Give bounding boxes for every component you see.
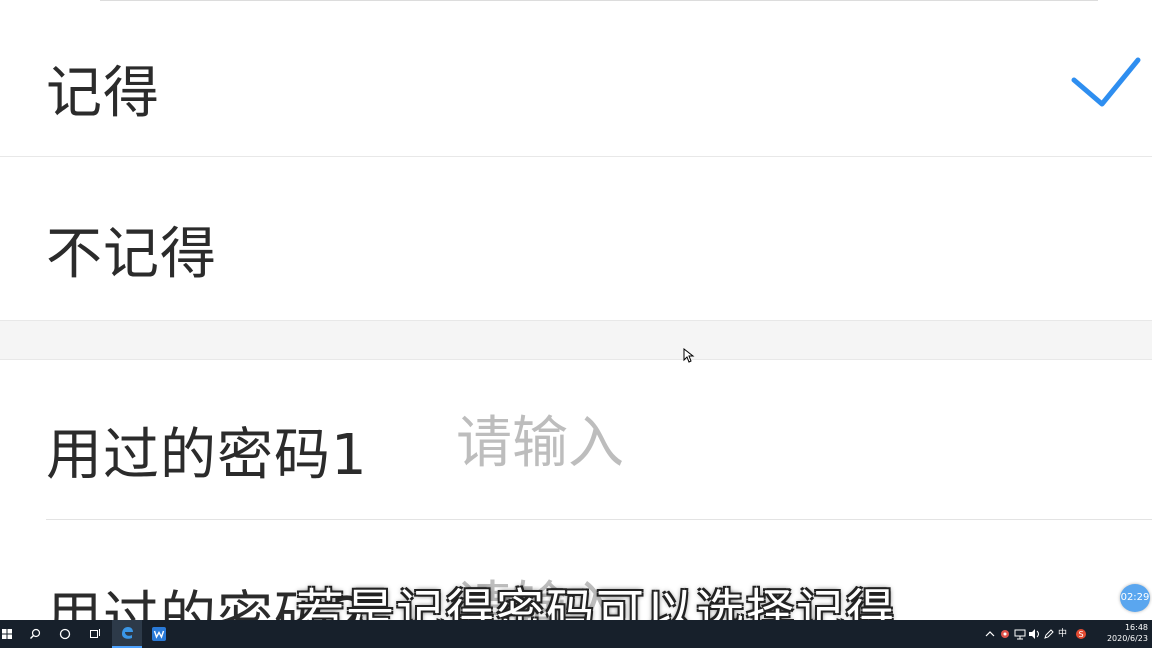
option-not-remember-label: 不记得 <box>46 222 217 287</box>
sogou-ime-icon[interactable]: S <box>1075 628 1087 640</box>
taskbar: 中 S 16:48 2020/6/23 <box>0 620 1152 648</box>
option-remember[interactable]: 记得 <box>0 6 1152 157</box>
timer-badge[interactable]: 02:29 <box>1120 584 1150 612</box>
chevron-up-icon[interactable] <box>984 628 996 640</box>
ime-indicator[interactable]: 中 <box>1058 628 1070 640</box>
section-gap <box>0 321 1152 360</box>
cortana-circle-icon <box>59 628 71 640</box>
taskbar-edge-browser[interactable] <box>112 620 142 648</box>
clock-date: 2020/6/23 <box>1106 634 1148 643</box>
pen-icon[interactable] <box>1043 628 1055 640</box>
windows-logo-icon <box>2 629 12 639</box>
row-divider <box>46 519 1152 520</box>
task-view-button[interactable] <box>80 620 110 648</box>
start-button[interactable] <box>0 620 14 648</box>
system-tray: 中 S 16:48 2020/6/23 <box>982 620 1152 648</box>
top-divider <box>100 0 1098 1</box>
search-icon <box>30 628 41 639</box>
search-button[interactable] <box>20 620 50 648</box>
password-1-input[interactable] <box>456 408 1056 478</box>
option-not-remember[interactable]: 不记得 <box>0 157 1152 321</box>
cortana-button[interactable] <box>50 620 80 648</box>
network-icon[interactable] <box>1014 628 1026 640</box>
option-remember-label: 记得 <box>46 61 160 126</box>
taskbar-wps-app[interactable] <box>144 620 174 648</box>
volume-icon[interactable] <box>1028 628 1040 640</box>
wps-writer-icon <box>152 627 166 641</box>
checkmark-icon <box>1071 57 1141 107</box>
password-1-label: 用过的密码1 <box>46 423 368 488</box>
svg-text:S: S <box>1078 630 1083 639</box>
task-view-icon <box>90 629 100 638</box>
app-tray-icon[interactable] <box>999 628 1011 640</box>
mouse-cursor-icon <box>683 348 695 363</box>
system-clock[interactable]: 16:48 2020/6/23 <box>1107 622 1148 644</box>
edge-browser-icon <box>122 627 133 639</box>
clock-time: 16:48 <box>1124 623 1148 632</box>
password-row-1: 用过的密码1 <box>0 360 1152 520</box>
